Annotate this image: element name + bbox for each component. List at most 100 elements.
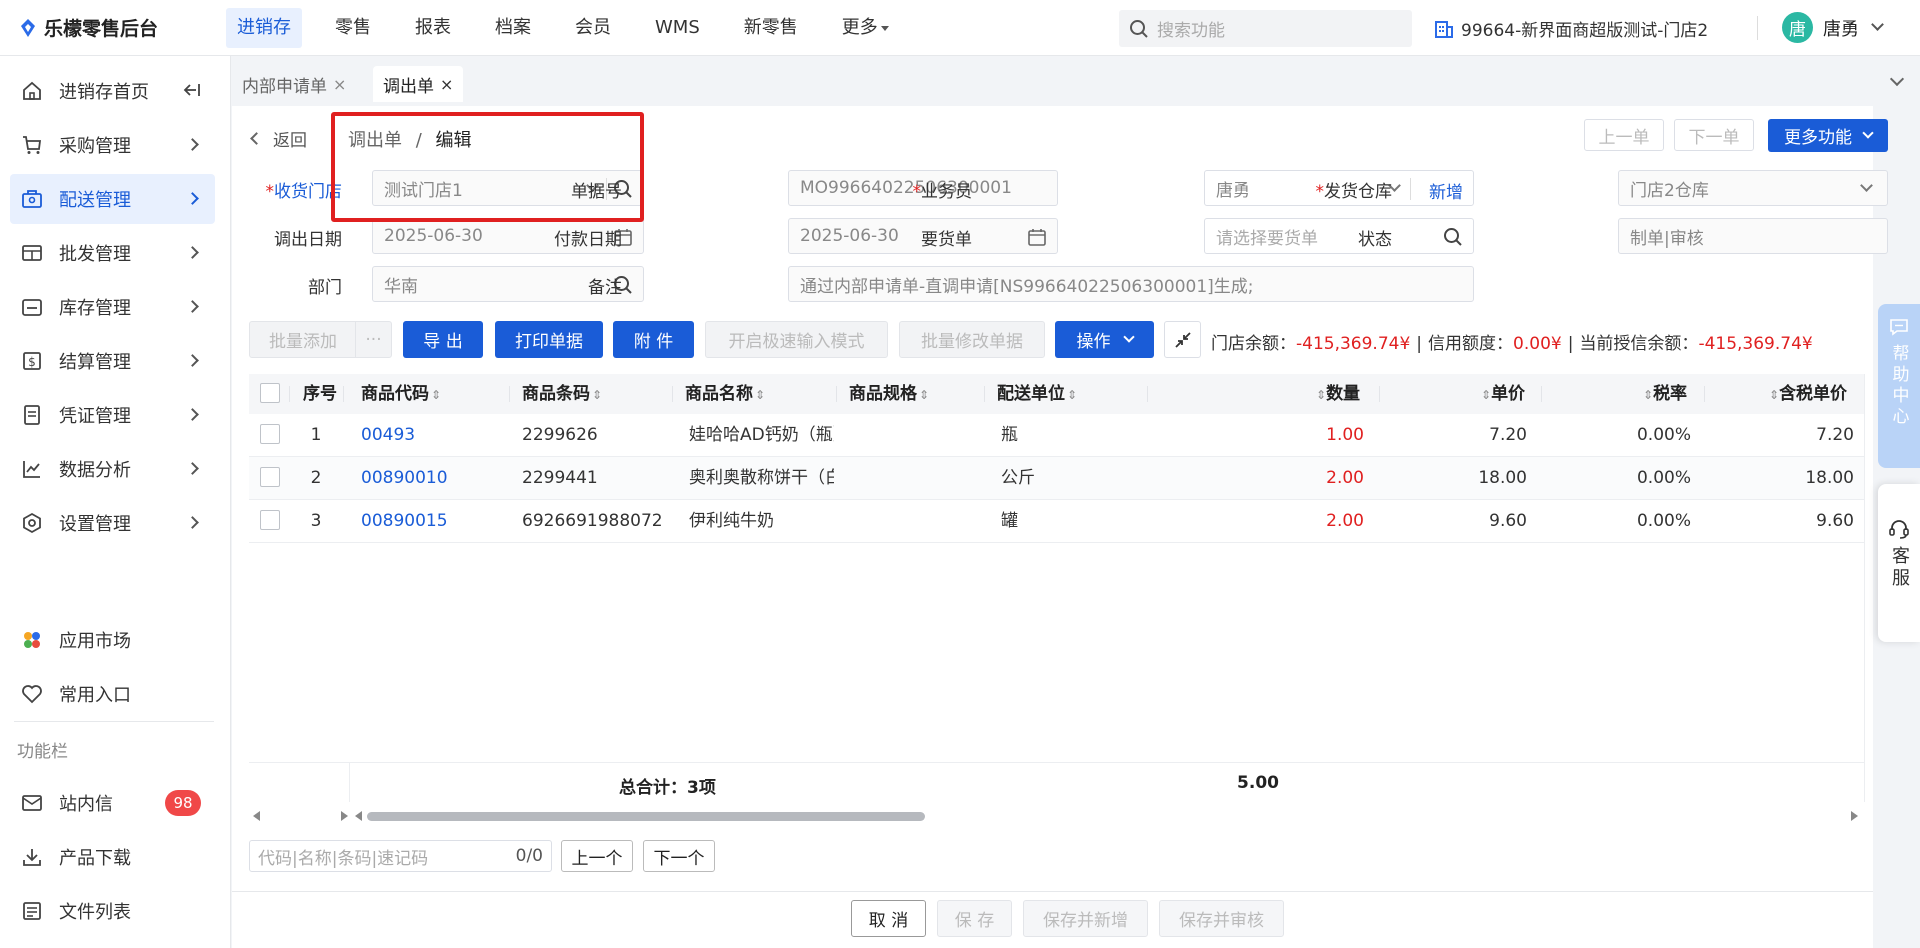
sidebar-item-favorites[interactable]: 常用入口 (10, 669, 215, 719)
cell-qty[interactable]: 1.00 (1179, 414, 1364, 457)
horizontal-scrollbar[interactable] (249, 809, 1865, 823)
col-tax[interactable]: ⇕税率 (1641, 374, 1687, 414)
sidebar-item-app-market[interactable]: 应用市场 (10, 615, 215, 665)
col-barcode[interactable]: 商品条码 ⇕ (522, 374, 602, 414)
topnav-retail[interactable]: 零售 (324, 8, 382, 48)
sidebar-item-analytics[interactable]: 数据分析 (10, 444, 215, 494)
row-checkbox[interactable] (260, 467, 280, 487)
topnav-more[interactable]: 更多 (831, 8, 900, 48)
row-checkbox[interactable] (260, 424, 280, 444)
prev-document-button[interactable]: 上一单 (1584, 119, 1664, 151)
table-row[interactable]: 2 00890010 2299441 奥利奥散称饼干（白桃味 公斤 2.00 1… (249, 457, 1865, 500)
save-and-audit-button[interactable]: 保存并审核 (1159, 900, 1284, 937)
help-center-button[interactable]: 帮助中心 (1878, 304, 1920, 468)
cell-qty[interactable]: 2.00 (1179, 457, 1364, 500)
sidebar-item-messages[interactable]: 站内信 98 (10, 778, 215, 828)
tab-internal-request[interactable]: 内部申请单 × (232, 66, 356, 102)
sidebar-item-file-list[interactable]: 文件列表 (10, 886, 215, 936)
topnav-wms[interactable]: WMS (644, 8, 711, 48)
compress-view-button[interactable] (1164, 321, 1201, 358)
save-and-new-button[interactable]: 保存并新增 (1023, 900, 1148, 937)
add-salesman-link[interactable]: 新增 (1429, 178, 1463, 203)
cell-code[interactable]: 00890010 (361, 457, 448, 500)
home-icon (20, 79, 44, 103)
find-prev-button[interactable]: 上一个 (561, 840, 633, 872)
next-document-button[interactable]: 下一单 (1674, 119, 1754, 151)
sidebar-item-label: 产品下载 (59, 848, 131, 869)
user-menu[interactable]: 唐 唐勇 (1782, 12, 1884, 43)
batch-edit-button[interactable]: 批量修改单据 (899, 321, 1045, 358)
col-name[interactable]: 商品名称 ⇕ (685, 374, 765, 414)
topnav-new-retail[interactable]: 新零售 (733, 8, 809, 48)
find-count: 0/0 (515, 846, 543, 866)
function-search-input[interactable]: 搜索功能 (1119, 10, 1412, 47)
avatar: 唐 (1782, 12, 1813, 43)
cell-code[interactable]: 00493 (361, 414, 415, 457)
fast-input-mode-button[interactable]: 开启极速输入模式 (705, 321, 888, 358)
sidebar-item-label: 凭证管理 (59, 406, 131, 427)
scroll-right-icon[interactable] (341, 811, 348, 821)
app-logo[interactable]: 乐檬零售后台 (18, 14, 158, 41)
scrollbar-thumb[interactable] (367, 812, 925, 821)
breadcrumb-parent[interactable]: 调出单 (348, 130, 402, 151)
col-price[interactable]: ⇕单价 (1479, 374, 1525, 414)
table-row[interactable]: 1 00493 2299626 娃哈哈AD钙奶（瓶） 瓶 1.00 7.20 0… (249, 414, 1865, 457)
warehouse-select[interactable]: 门店2仓库 (1618, 170, 1888, 206)
scroll-right-icon[interactable] (1851, 811, 1858, 821)
sidebar-item-settings[interactable]: 设置管理 (10, 498, 215, 548)
collapse-sidebar-icon[interactable] (183, 82, 201, 98)
topnav-member[interactable]: 会员 (564, 8, 622, 48)
search-icon[interactable] (1443, 227, 1463, 247)
cancel-button[interactable]: 取 消 (851, 900, 926, 937)
batch-add-button[interactable]: 批量添加 (249, 321, 357, 358)
store-switcher[interactable]: 99664-新界面商超版测试-门店2 (1434, 16, 1708, 41)
print-button[interactable]: 打印单据 (495, 321, 603, 358)
tab-transfer-out[interactable]: 调出单 × (373, 66, 464, 102)
find-next-button[interactable]: 下一个 (643, 840, 715, 872)
sidebar-item-delivery[interactable]: 配送管理 (10, 174, 215, 224)
sidebar-item-inventory[interactable]: 库存管理 (10, 282, 215, 332)
save-button[interactable]: 保 存 (937, 900, 1012, 937)
scroll-left-icon[interactable] (253, 811, 260, 821)
tab-overflow-chevron-icon[interactable] (1889, 71, 1905, 87)
divider (343, 386, 344, 402)
cell-code[interactable]: 00890015 (361, 500, 448, 543)
operate-dropdown-button[interactable]: 操作 (1055, 321, 1154, 358)
customer-service-button[interactable]: 客服 (1878, 484, 1920, 642)
divider (836, 386, 837, 402)
sidebar-item-purchase[interactable]: 采购管理 (10, 120, 215, 170)
sidebar-item-home[interactable]: 进销存首页 (10, 66, 215, 116)
export-button[interactable]: 导 出 (403, 321, 483, 358)
topnav-inventory[interactable]: 进销存 (226, 8, 302, 48)
row-find-input[interactable]: 代码|名称|条码|速记码 0/0 (249, 840, 552, 872)
attachment-button[interactable]: 附 件 (613, 321, 694, 358)
sidebar-item-voucher[interactable]: 凭证管理 (10, 390, 215, 440)
sidebar-item-settlement[interactable]: $ 结算管理 (10, 336, 215, 386)
sidebar-item-downloads[interactable]: 产品下载 (10, 832, 215, 882)
col-spec[interactable]: 商品规格 ⇕ (849, 374, 929, 414)
close-icon[interactable]: × (440, 75, 453, 94)
top-bar: 乐檬零售后台 进销存 零售 报表 档案 会员 WMS 新零售 更多 搜索功能 9… (0, 0, 1920, 56)
cell-qty[interactable]: 2.00 (1179, 500, 1364, 543)
sidebar-item-wholesale[interactable]: 批发管理 (10, 228, 215, 278)
col-code[interactable]: 商品代码 ⇕ (361, 374, 441, 414)
select-all-checkbox[interactable] (260, 383, 280, 403)
close-icon[interactable]: × (333, 75, 346, 94)
col-unit[interactable]: 配送单位 ⇕ (997, 374, 1077, 414)
more-functions-button[interactable]: 更多功能 (1768, 119, 1888, 152)
scroll-left-icon[interactable] (355, 811, 362, 821)
caret-down-icon (880, 25, 889, 31)
sort-icon: ⇕ (431, 388, 442, 402)
remark-input[interactable]: 通过内部申请单-直调申请[NS99664022506300001]生成; (788, 266, 1474, 302)
sort-icon: ⇕ (1067, 388, 1078, 402)
status-field: 制单|审核 (1618, 218, 1888, 254)
col-tax-price[interactable]: ⇕含税单价 (1767, 374, 1847, 414)
topnav-archive[interactable]: 档案 (484, 8, 542, 48)
row-checkbox[interactable] (260, 510, 280, 530)
topnav-reports[interactable]: 报表 (404, 8, 462, 48)
table-row[interactable]: 3 00890015 6926691988072 伊利纯牛奶 罐 2.00 9.… (249, 500, 1865, 543)
main-content: 返回 调出单 / 编辑 上一单 下一单 更多功能 *收货门店 测试门店1 单据号… (232, 106, 1898, 948)
more-options-button[interactable]: ··· (355, 321, 392, 358)
col-qty[interactable]: ⇕数量 (1314, 374, 1360, 414)
back-button[interactable]: 返回 (250, 126, 307, 151)
